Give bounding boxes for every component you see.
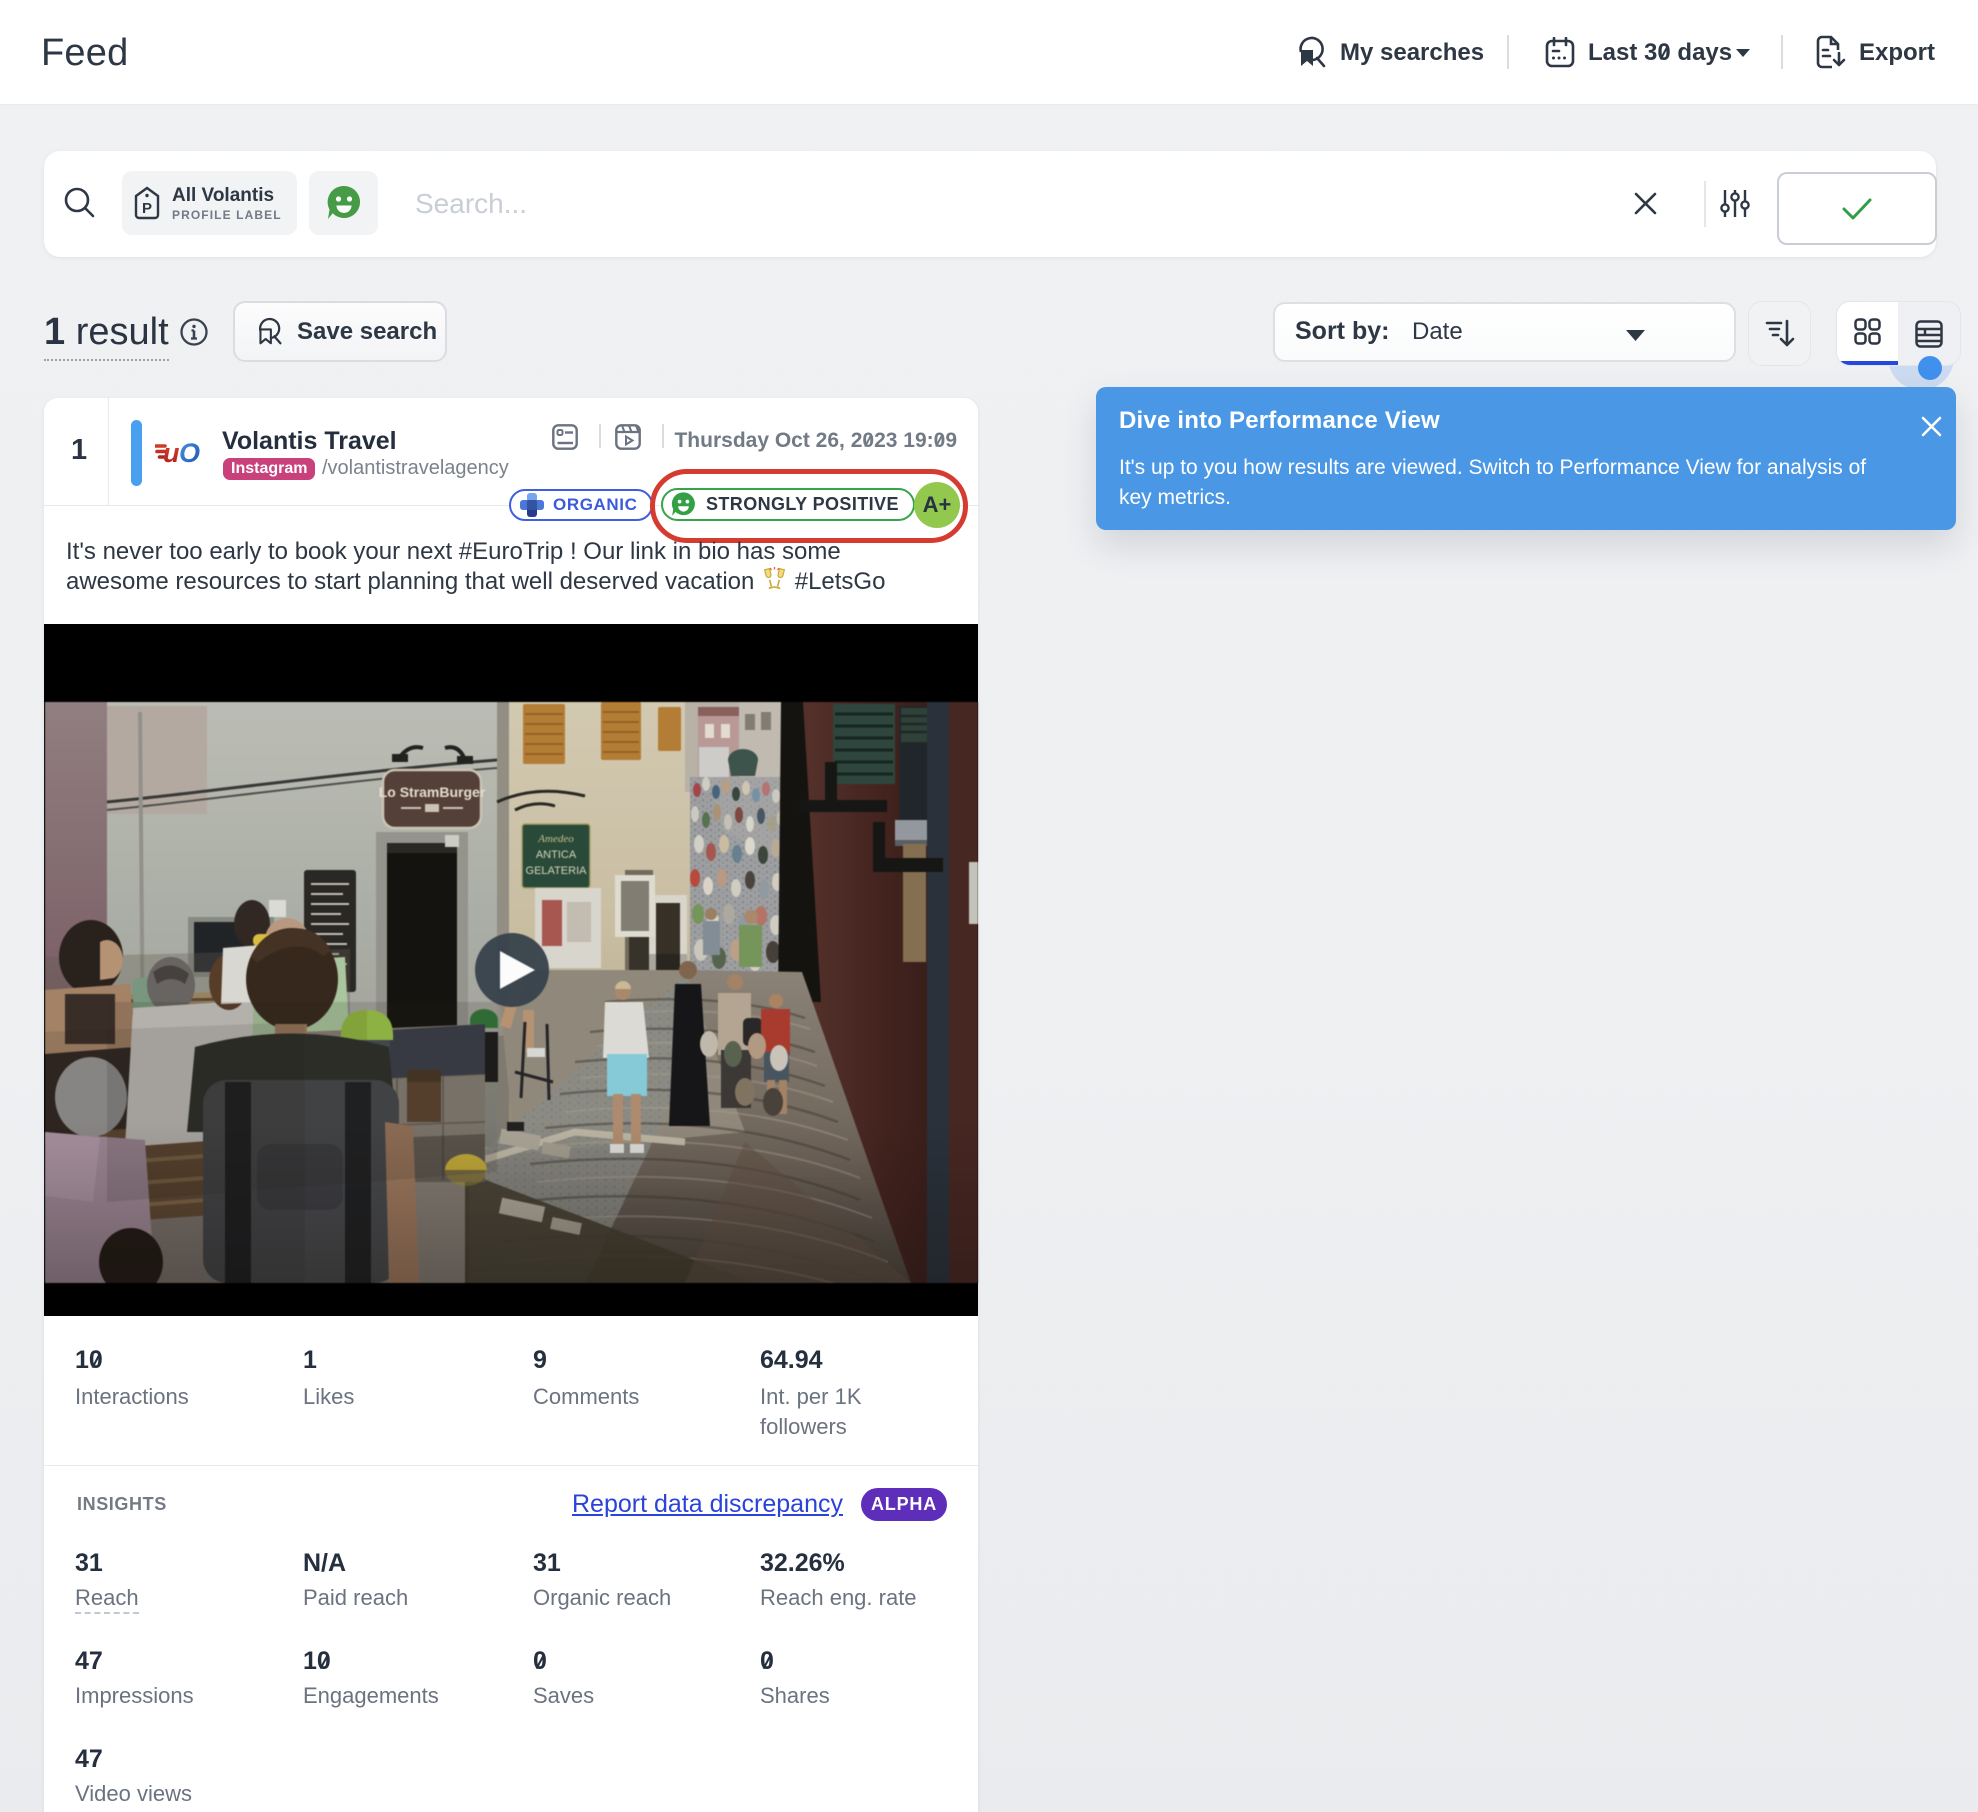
svg-text:P: P [142, 200, 152, 217]
svg-text:O: O [179, 440, 200, 466]
svg-text:u: u [163, 440, 180, 466]
